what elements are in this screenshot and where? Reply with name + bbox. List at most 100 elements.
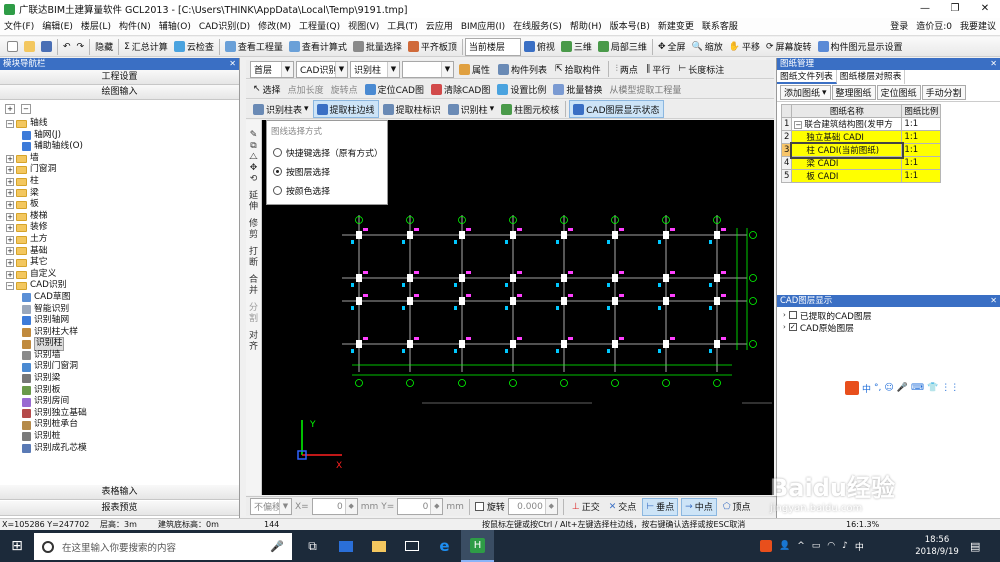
menu-bim[interactable]: BIM应用(I) xyxy=(457,18,509,36)
close-panel-icon[interactable]: ✕ xyxy=(990,58,997,70)
drawing-row[interactable]: 1− 联合建筑结构图(发甲方 1:1 xyxy=(780,117,942,131)
expand-icon[interactable]: + xyxy=(6,189,14,198)
tab-floor-map[interactable]: 图纸楼层对照表 xyxy=(837,70,906,84)
expand-icon[interactable]: + xyxy=(6,224,14,233)
two-points-button[interactable]: ⫶ 两点 xyxy=(613,60,641,78)
menu-version[interactable]: 版本号(B) xyxy=(606,18,654,36)
person-icon[interactable]: 👤 xyxy=(779,541,790,551)
tree-item[interactable]: CAD草图 xyxy=(6,292,239,304)
drawing-scale[interactable]: 1:1 xyxy=(901,130,942,144)
cad-select[interactable]: CAD识别 ▼ xyxy=(296,60,348,78)
network-icon[interactable]: ▭ xyxy=(812,541,821,551)
task-view-icon[interactable]: ⧉ xyxy=(296,539,329,554)
tree-item[interactable]: + 基础 xyxy=(6,246,239,258)
drawing-row[interactable]: 4 梁 CADI 1:1 xyxy=(780,156,942,170)
radio-color-select[interactable]: 按颜色选择 xyxy=(267,181,387,200)
brush-icon[interactable]: ✎ xyxy=(246,130,261,141)
mail-icon[interactable] xyxy=(395,530,428,562)
recognize-type-select[interactable]: 识别柱 ▼ xyxy=(350,60,400,78)
point-length-button[interactable]: 点加长度 xyxy=(285,80,327,98)
tray-expand-icon[interactable]: ^ xyxy=(797,541,805,551)
glodon-app-icon[interactable]: H xyxy=(461,530,494,562)
drawing-row[interactable]: 2 独立基础 CADI 1:1 xyxy=(780,130,942,144)
floor-select[interactable]: 首层 ▼ xyxy=(250,60,294,78)
organize-drawing-button[interactable]: 整理图纸 xyxy=(831,85,876,100)
tree-item[interactable]: 识别柱 xyxy=(6,337,239,351)
checkbox-checked-icon[interactable]: ✓ xyxy=(788,323,797,331)
expand-icon[interactable]: + xyxy=(6,166,14,175)
maximize-button[interactable]: ❐ xyxy=(940,0,970,18)
menu-new-change[interactable]: 新建变更 xyxy=(654,18,698,36)
menu-edit[interactable]: 编辑(E) xyxy=(38,18,77,36)
move-icon[interactable]: ✥ xyxy=(246,163,261,174)
close-button[interactable]: ✕ xyxy=(970,0,1000,18)
tree-item[interactable]: 识别板 xyxy=(6,385,239,397)
recognize-column-table-button[interactable]: 识别柱表 ▾ xyxy=(250,100,312,118)
table-input-button[interactable]: 表格输入 xyxy=(0,485,239,500)
clock[interactable]: 18:56 2018/9/19 xyxy=(912,534,962,558)
trim-button[interactable]: 修剪 xyxy=(249,219,259,241)
set-scale-button[interactable]: 设置比例 xyxy=(494,80,549,98)
photo-app-icon[interactable] xyxy=(329,530,362,562)
property-button[interactable]: 属性 xyxy=(456,60,493,78)
menu-grid-icon[interactable]: ⋮⋮ xyxy=(941,383,959,393)
ortho-snap[interactable]: ⊥ 正交 xyxy=(569,498,603,516)
layer-extracted-item[interactable]: › 已提取的CAD图层 xyxy=(777,309,1000,322)
mirror-icon[interactable]: ⧍ xyxy=(246,152,261,163)
expand-icon[interactable]: + xyxy=(6,177,14,186)
tree-item[interactable]: 识别轴网 xyxy=(6,315,239,327)
align-button[interactable]: 对齐 xyxy=(249,331,259,353)
drawing-scale[interactable]: 1:1 xyxy=(901,156,942,170)
tree-item[interactable]: 智能识别 xyxy=(6,304,239,316)
tree-item[interactable]: 识别成孔芯模 xyxy=(6,443,239,455)
pan-button[interactable]: ✋ 平移 xyxy=(726,38,763,56)
add-drawing-button[interactable]: 添加图纸 ▾ xyxy=(780,85,831,100)
expand-all-icon[interactable]: + xyxy=(5,104,15,114)
drawing-name-cell[interactable]: 独立基础 CADI xyxy=(791,130,903,144)
close-panel-icon[interactable]: ✕ xyxy=(990,295,997,307)
menu-floor[interactable]: 楼层(L) xyxy=(77,18,115,36)
expand-icon[interactable]: + xyxy=(6,235,14,244)
tree-item[interactable]: + 装修 xyxy=(6,222,239,234)
fullscreen-button[interactable]: ✥ 全屏 xyxy=(655,38,689,56)
extract-from-model-button[interactable]: 从模型提取工程量 xyxy=(606,80,684,98)
skin-icon[interactable]: 👕 xyxy=(927,383,938,393)
menu-tools[interactable]: 工具(T) xyxy=(383,18,422,36)
locate-cad-button[interactable]: 定位CAD图 xyxy=(362,80,427,98)
top-view-button[interactable]: 俯视 xyxy=(521,38,558,56)
menu-view[interactable]: 视图(V) xyxy=(344,18,383,36)
rotate-checkbox[interactable] xyxy=(474,502,484,511)
break-button[interactable]: 打断 xyxy=(249,247,259,269)
perpendicular-snap[interactable]: ⊢ 垂点 xyxy=(642,497,679,516)
tree-item[interactable]: 识别墙 xyxy=(6,350,239,362)
ime-punct[interactable]: °, xyxy=(874,383,881,393)
split-button[interactable]: 分割 xyxy=(249,303,259,325)
undo-icon[interactable]: ↶ xyxy=(60,38,74,56)
current-floor-dropdown[interactable]: 当前楼层 xyxy=(464,37,521,56)
edge-browser-icon[interactable]: e xyxy=(428,530,461,562)
tree-item[interactable]: + 自定义 xyxy=(6,269,239,281)
menu-modify[interactable]: 修改(M) xyxy=(254,18,295,36)
save-file-icon[interactable] xyxy=(38,38,55,56)
ime-lang[interactable]: 中 xyxy=(862,382,871,395)
new-file-icon[interactable] xyxy=(4,38,21,56)
batch-replace-button[interactable]: 批量替换 xyxy=(550,80,605,98)
expand-icon[interactable]: + xyxy=(6,200,14,209)
radio-shortcut-select[interactable]: 快捷键选择（原有方式） xyxy=(267,143,387,162)
drawing-name-cell[interactable]: 板 CADI xyxy=(791,169,903,183)
drawing-name-cell[interactable]: 梁 CADI xyxy=(791,156,903,170)
parallel-button[interactable]: ∥ 平行 xyxy=(643,60,674,78)
tree-item[interactable]: + 土方 xyxy=(6,234,239,246)
collapse-icon[interactable]: − xyxy=(6,282,14,291)
open-file-icon[interactable] xyxy=(21,38,38,56)
midpoint-snap[interactable]: → 中点 xyxy=(681,497,717,516)
collapse-all-icon[interactable]: − xyxy=(21,104,31,114)
drawing-input-button[interactable]: 绘图输入 xyxy=(0,85,239,100)
tree-item[interactable]: 识别桩承台 xyxy=(6,419,239,431)
menu-aux-axis[interactable]: 辅轴(O) xyxy=(155,18,195,36)
wifi-icon[interactable]: ◠ xyxy=(827,541,835,551)
radio-layer-select[interactable]: 按图层选择 xyxy=(267,162,387,181)
close-panel-icon[interactable]: ✕ xyxy=(229,58,236,70)
view-quantity-button[interactable]: 查看工程量 xyxy=(222,38,286,56)
windows-start-icon[interactable]: ⊞ xyxy=(0,538,34,554)
